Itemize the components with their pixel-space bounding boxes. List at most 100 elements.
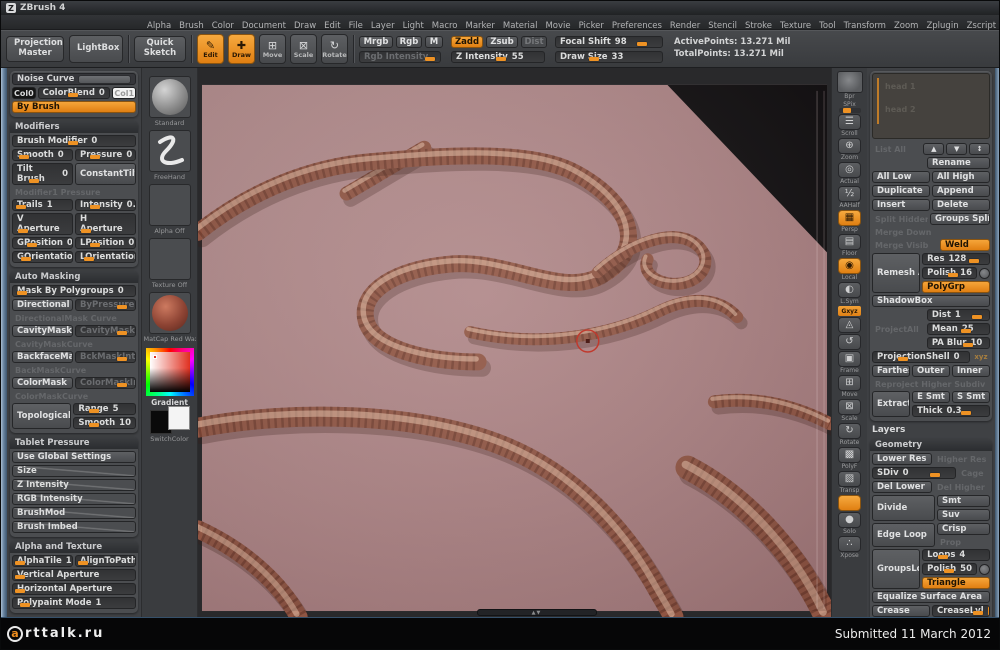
slider-handle[interactable]	[15, 589, 25, 593]
standard-thumbnail[interactable]	[149, 76, 191, 118]
lorientation[interactable]: LOrientation	[75, 251, 136, 263]
modifiers-header[interactable]: Modifiers	[10, 121, 138, 133]
focal-shift-slider[interactable]: Focal Shift98	[555, 36, 663, 48]
menu-zscript[interactable]: Zscript	[967, 21, 997, 31]
gizmo-rotate-button[interactable]: ↻Rotate	[838, 423, 861, 446]
slider-handle[interactable]	[972, 315, 982, 319]
shadowbox[interactable]: ShadowBox	[872, 295, 990, 307]
extract-options[interactable]: E SmtS SmtThick0.3	[912, 391, 990, 417]
bpr-render-button[interactable]: Bpr	[837, 71, 863, 100]
polish-mode-toggle[interactable]	[979, 268, 990, 279]
color-picker[interactable]	[146, 348, 194, 396]
shelf-texture-off-selector[interactable]: Texture Off	[149, 238, 191, 289]
lower-res[interactable]: Lower Res	[872, 453, 932, 465]
auto-masking-header[interactable]: Auto Masking	[10, 271, 138, 283]
sdiv[interactable]: SDiv0	[872, 467, 956, 479]
move-mode-button[interactable]: ⊞Move	[259, 34, 286, 64]
slider-handle[interactable]	[637, 42, 647, 46]
subtool-item[interactable]: head 1	[885, 82, 983, 91]
alphatile[interactable]: AlphaTile1	[12, 555, 73, 567]
menu-brush[interactable]: Brush	[179, 21, 204, 31]
slider-handle[interactable]	[973, 611, 983, 615]
constanttilt[interactable]: ConstantTilt	[75, 163, 136, 185]
duplicate[interactable]: Duplicate	[872, 185, 930, 197]
mean[interactable]: Mean25	[927, 323, 990, 335]
subtool-item[interactable]: head 2	[885, 105, 983, 114]
rename[interactable]: Rename	[927, 157, 990, 169]
zsub-button[interactable]: Zsub	[486, 36, 518, 48]
vertical-aperture[interactable]: Vertical Aperture	[12, 569, 136, 581]
edge-loop[interactable]: Edge Loop	[872, 523, 935, 547]
spix-track[interactable]	[839, 108, 861, 113]
weld[interactable]: Weld	[940, 239, 990, 251]
loops[interactable]: Loops4	[922, 549, 990, 561]
horizontal-aperture[interactable]: Horizontal Aperture	[12, 583, 136, 595]
directional[interactable]: Directional	[12, 299, 73, 311]
lposition[interactable]: LPosition0.2	[75, 237, 136, 249]
polish[interactable]: Polish16	[922, 267, 977, 279]
actual-size-button[interactable]: ◎Actual	[838, 162, 861, 185]
slider-handle[interactable]	[15, 561, 25, 565]
menu-draw[interactable]: Draw	[294, 21, 316, 31]
del-lower[interactable]: Del Lower	[872, 481, 932, 493]
groupsloops[interactable]: GroupsLoops	[872, 549, 920, 589]
subtool-list[interactable]: head 1 head 2	[872, 73, 990, 139]
insert[interactable]: Insert	[872, 199, 930, 211]
slider-handle[interactable]	[117, 331, 127, 335]
menu-stencil[interactable]: Stencil	[708, 21, 737, 31]
projection-master-button[interactable]: Projection Master	[6, 36, 64, 62]
slider-handle[interactable]	[81, 229, 91, 233]
menu-movie[interactable]: Movie	[545, 21, 570, 31]
slider-handle[interactable]	[117, 357, 127, 361]
scale-mode-button[interactable]: ⊠Scale	[290, 34, 317, 64]
menu-render[interactable]: Render	[670, 21, 700, 31]
floor-button[interactable]: ▤Floor	[838, 234, 861, 257]
menu-edit[interactable]: Edit	[324, 21, 340, 31]
slider-handle[interactable]	[898, 357, 908, 361]
smooth[interactable]: Smooth0	[12, 149, 73, 161]
colormask[interactable]: ColorMask	[12, 377, 73, 389]
z-intensity[interactable]: Z Intensity	[12, 479, 136, 491]
menu-zplugin[interactable]: Zplugin	[926, 21, 958, 31]
thick[interactable]: Thick0.3	[912, 405, 990, 417]
dist-button[interactable]: Dist	[521, 36, 547, 48]
frame-button[interactable]: ▣Frame	[838, 351, 861, 374]
slider-handle[interactable]	[29, 179, 39, 183]
polish2-row[interactable]: Polish50	[922, 563, 990, 575]
slider-handle[interactable]	[90, 243, 100, 247]
topological[interactable]: Topological	[12, 403, 71, 429]
menu-layer[interactable]: Layer	[371, 21, 395, 31]
slider-handle[interactable]	[19, 155, 29, 159]
farthest[interactable]: Farthest	[872, 365, 910, 377]
outer[interactable]: Outer	[912, 365, 950, 377]
scroll-button[interactable]: ☰Scroll	[838, 114, 861, 137]
slider-handle[interactable]	[21, 257, 31, 261]
slider-handle[interactable]	[938, 555, 948, 559]
slider-handle[interactable]	[589, 57, 599, 61]
divide-options[interactable]: SmtSuv	[937, 495, 990, 521]
slider-handle[interactable]	[89, 409, 99, 413]
noise-curve-bar[interactable]: Noise Curve	[12, 73, 136, 85]
menu-marker[interactable]: Marker	[466, 21, 495, 31]
delete[interactable]: Delete	[932, 199, 990, 211]
pa-blur[interactable]: PA Blur10	[927, 337, 990, 349]
menu-stroke[interactable]: Stroke	[745, 21, 772, 31]
size[interactable]: Size	[12, 465, 136, 477]
shelf-matcap-red-wax-selector[interactable]: MatCap Red Wax	[144, 292, 196, 343]
slider-handle[interactable]	[944, 569, 954, 573]
projectionshell[interactable]: ProjectionShell0	[872, 351, 970, 363]
edgeloop-options[interactable]: CrispProp	[937, 523, 990, 547]
switch-color-widget[interactable]	[150, 410, 190, 434]
polyframe-button[interactable]: ▩PolyF	[838, 447, 861, 470]
project-options[interactable]: Dist1Mean25PA Blur10	[927, 309, 990, 349]
cavitymaskint[interactable]: CavityMaskInt	[75, 325, 136, 337]
mrgb-button[interactable]: Mrgb	[359, 36, 393, 48]
draw-mode-button[interactable]: ✚Draw	[228, 34, 255, 64]
menu-material[interactable]: Material	[503, 21, 538, 31]
col0[interactable]: Col0	[12, 87, 36, 99]
gposition[interactable]: GPosition0.2	[12, 237, 73, 249]
equalize-surface-area[interactable]: Equalize Surface Area	[872, 591, 990, 603]
rgb-intensity[interactable]: RGB Intensity	[12, 493, 136, 505]
brush-modifier[interactable]: Brush Modifier0	[12, 135, 136, 147]
aligntopath[interactable]: AlignToPath	[75, 555, 136, 567]
